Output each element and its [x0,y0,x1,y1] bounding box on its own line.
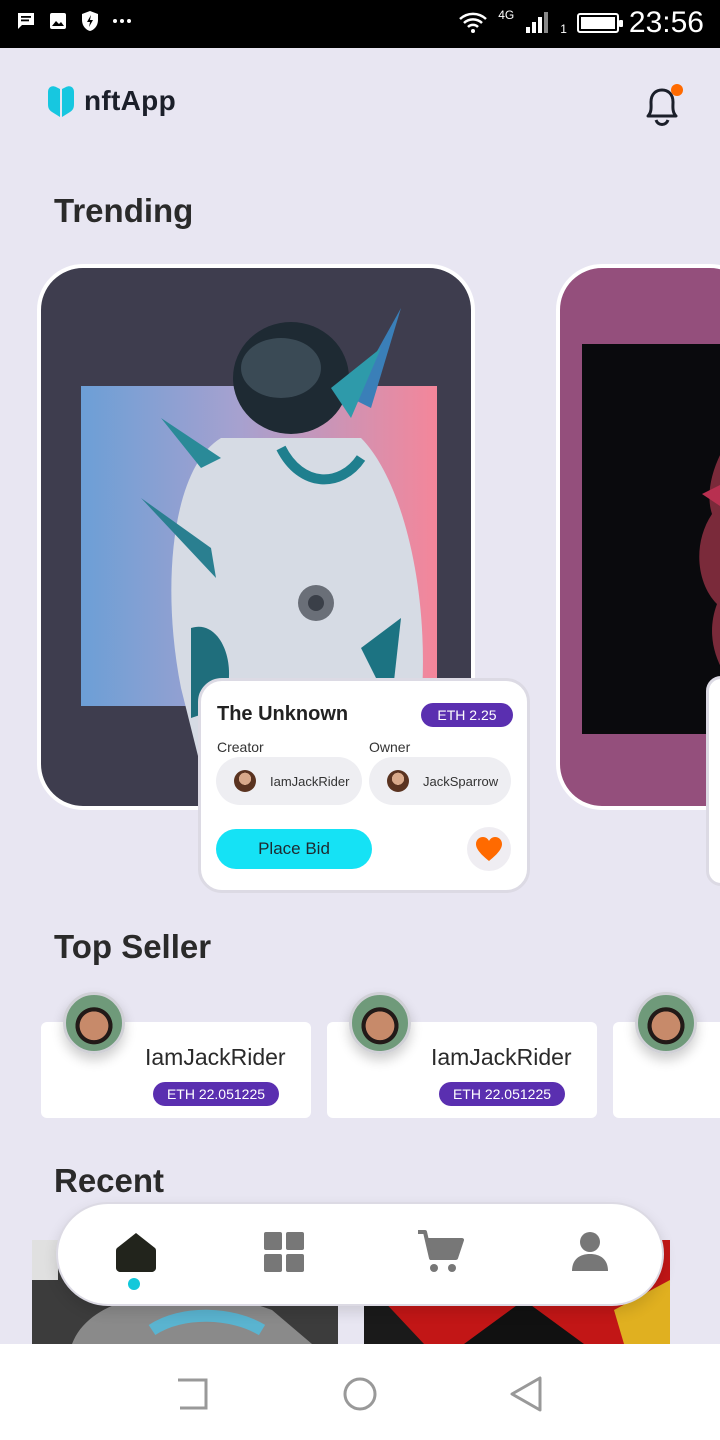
signal-icon [526,12,549,33]
seller-avatar [63,992,125,1054]
network-type: 4G [498,8,515,22]
notification-bell-icon[interactable] [640,82,686,130]
place-bid-button[interactable]: Place Bid [216,829,372,869]
shield-icon [82,11,98,31]
home-icon [116,1233,156,1272]
message-icon [18,13,34,29]
top-seller-title: Top Seller [54,928,212,965]
trending-card-next[interactable] [556,264,720,810]
trending-card-next-info [706,676,720,886]
seller-value-badge: ETH 22.051225 [439,1082,565,1106]
seller-name: IamJackRider [431,1044,572,1070]
recent-title: Recent [54,1162,165,1199]
grid-icon [264,1232,304,1272]
creator-name: IamJackRider [270,773,350,789]
system-navigation-bar [0,1344,720,1440]
app-header: nftApp [46,84,176,118]
image-icon [50,13,66,29]
heart-icon [476,837,502,861]
active-tab-indicator [128,1278,140,1290]
owner-avatar [387,770,409,792]
trending-title: Trending [54,192,194,229]
nft-artwork [582,344,720,734]
home-button-icon[interactable] [340,1374,380,1414]
seller-avatar [349,992,411,1054]
tab-cart[interactable] [412,1224,468,1280]
tab-collections[interactable] [256,1224,312,1280]
tab-profile[interactable] [562,1224,618,1280]
bottom-tab-bar [56,1202,664,1306]
cart-icon [418,1230,464,1272]
like-button[interactable] [467,827,511,871]
back-button-icon[interactable] [506,1374,546,1414]
owner-name: JackSparrow [423,773,499,789]
clock: 23:56 [628,6,704,39]
nft-info-card: The Unknown ETH 2.25 Creator Owner IamJa… [198,678,530,893]
nft-title: The Unknown [217,703,349,725]
app-name: nftApp [84,85,176,116]
more-icon [113,19,131,23]
app-logo-icon [48,86,74,117]
seller-value-badge: ETH 22.051225 [153,1082,279,1106]
creator-label: Creator [217,739,264,755]
battery-icon [576,13,623,33]
wifi-icon [459,12,488,33]
status-bar: 4G 1 23:56 [0,0,720,48]
profile-icon [572,1232,608,1271]
recent-apps-button-icon[interactable] [172,1374,212,1414]
seller-name: IamJackRider [145,1044,286,1070]
price-badge: ETH 2.25 [421,703,513,727]
creator-chip[interactable]: IamJackRider [216,757,362,805]
sim-slot: 1 [560,22,567,36]
owner-chip[interactable]: JackSparrow [369,757,511,805]
abstract-face-artwork-image [699,455,720,666]
seller-avatar [635,992,697,1054]
owner-label: Owner [369,739,411,755]
creator-avatar [234,770,256,792]
tab-home[interactable] [108,1224,164,1280]
